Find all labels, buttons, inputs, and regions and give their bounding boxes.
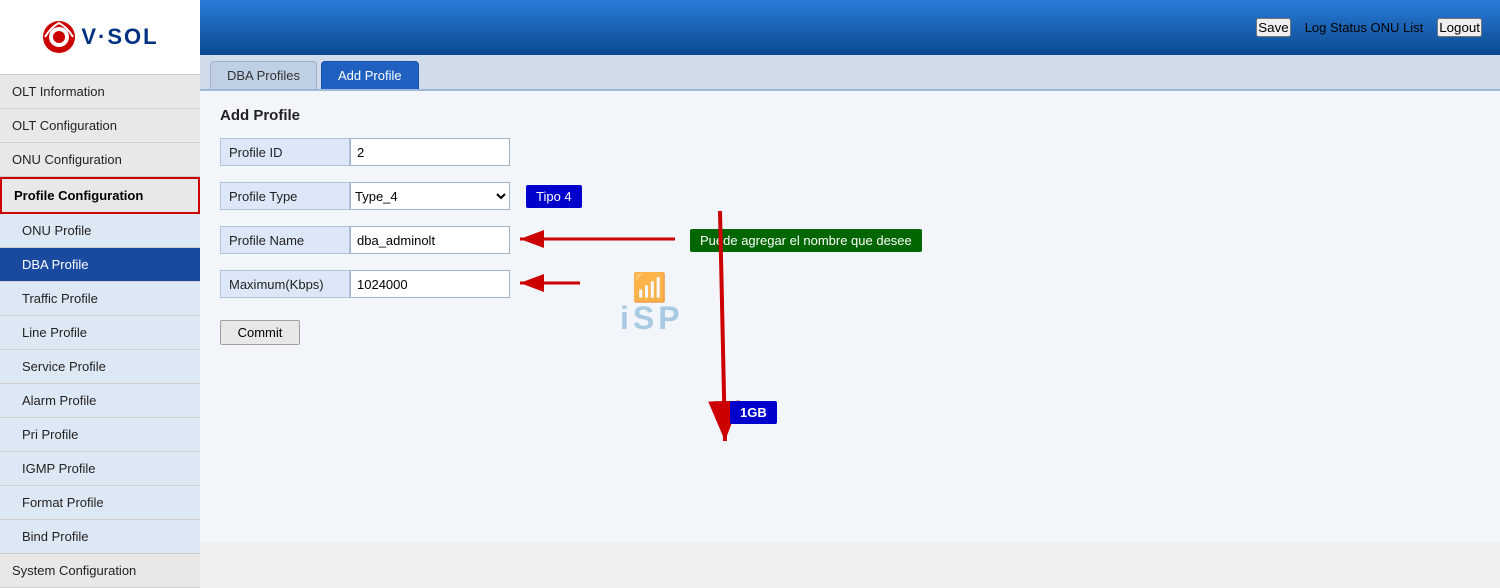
commit-button[interactable]: Commit xyxy=(220,320,300,345)
maximum-input[interactable] xyxy=(350,270,510,298)
status-link[interactable]: Status xyxy=(1330,20,1367,35)
save-area: Save xyxy=(1256,18,1290,37)
log-link[interactable]: Log xyxy=(1305,20,1327,35)
profile-type-label: Profile Type xyxy=(220,182,350,210)
main-panel: Save Log Status ONU List Logout DBA Prof… xyxy=(200,0,1500,542)
tab-dba-profiles[interactable]: DBA Profiles xyxy=(210,61,317,89)
sidebar-item-service-profile[interactable]: Service Profile xyxy=(0,350,200,384)
profile-name-label: Profile Name xyxy=(220,226,350,254)
page-title: Add Profile xyxy=(220,107,1480,124)
sidebar-item-alarm-profile[interactable]: Alarm Profile xyxy=(0,384,200,418)
sidebar-item-olt-info[interactable]: OLT Information xyxy=(0,75,200,109)
form-row-profile-name: Profile Name Puede agregar el nombre que… xyxy=(220,226,1480,254)
arrow-name xyxy=(510,224,690,254)
onu-list-link[interactable]: ONU List xyxy=(1371,20,1424,35)
sidebar-item-system-config[interactable]: System Configuration xyxy=(0,554,200,588)
tabs-bar: DBA Profiles Add Profile xyxy=(200,55,1500,91)
isp-watermark: 📶 iSP xyxy=(620,271,684,337)
header-nav: Log Status ONU List xyxy=(1305,20,1424,35)
vsol-logo-icon xyxy=(41,19,77,55)
sidebar: V·SOL OLT Information OLT Configuration … xyxy=(0,0,200,542)
profile-name-input[interactable] xyxy=(350,226,510,254)
sidebar-item-dba-profile[interactable]: DBA Profile xyxy=(0,248,200,282)
profile-id-input[interactable] xyxy=(350,138,510,166)
sidebar-item-traffic-profile[interactable]: Traffic Profile xyxy=(0,282,200,316)
main-header: Save Log Status ONU List Logout xyxy=(200,0,1500,55)
tab-add-profile[interactable]: Add Profile xyxy=(321,61,419,89)
sidebar-item-profile-config[interactable]: Profile Configuration xyxy=(0,177,200,214)
tipo4-annotation: Tipo 4 xyxy=(526,185,582,208)
logo-text: V·SOL xyxy=(81,24,158,50)
logout-button[interactable]: Logout xyxy=(1437,18,1482,37)
form-row-maximum: Maximum(Kbps) xyxy=(220,270,1480,298)
sidebar-item-format-profile[interactable]: Format Profile xyxy=(0,486,200,520)
maximum-label: Maximum(Kbps) xyxy=(220,270,350,298)
profile-type-select[interactable]: Type_1 Type_2 Type_3 Type_4 Type_5 xyxy=(350,182,510,210)
sidebar-item-onu-config[interactable]: ONU Configuration xyxy=(0,143,200,177)
sidebar-item-olt-config[interactable]: OLT Configuration xyxy=(0,109,200,143)
sidebar-item-onu-profile[interactable]: ONU Profile xyxy=(0,214,200,248)
arrow-maximum xyxy=(510,268,590,298)
sidebar-item-line-profile[interactable]: Line Profile xyxy=(0,316,200,350)
sidebar-item-igmp-profile[interactable]: IGMP Profile xyxy=(0,452,200,486)
logo-area: V·SOL xyxy=(0,0,200,75)
form-row-profile-id: Profile ID xyxy=(220,138,1480,166)
profile-id-label: Profile ID xyxy=(220,138,350,166)
storage-badge: 1GB xyxy=(730,401,777,424)
sidebar-item-bind-profile[interactable]: Bind Profile xyxy=(0,520,200,554)
nombre-annotation: Puede agregar el nombre que desee xyxy=(690,229,922,252)
sidebar-item-pri-profile[interactable]: Pri Profile xyxy=(0,418,200,452)
form-row-profile-type: Profile Type Type_1 Type_2 Type_3 Type_4… xyxy=(220,182,1480,210)
content-area: Add Profile Profile ID Profile Type Type… xyxy=(200,91,1500,542)
save-button[interactable]: Save xyxy=(1256,18,1290,37)
isp-text: iSP xyxy=(620,300,684,336)
